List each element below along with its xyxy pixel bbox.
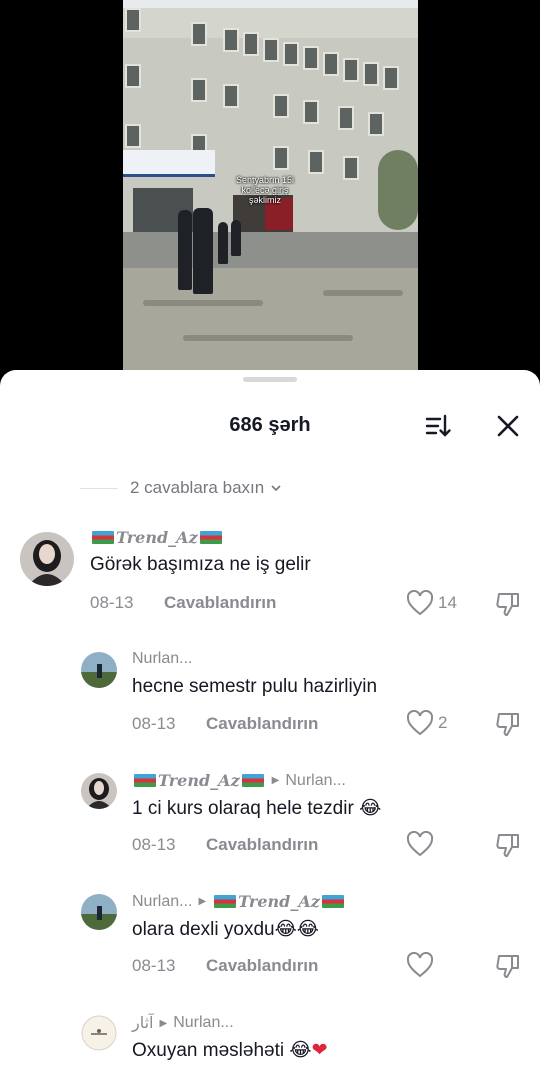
comments-count-title: 686 şərh <box>229 414 311 436</box>
ground <box>123 268 418 370</box>
comment-text: Görək başımıza ne iş gelir <box>90 554 311 575</box>
like-button[interactable]: 2 <box>406 710 447 736</box>
azerbaijan-flag-icon <box>321 895 344 908</box>
comment-username[interactable]: Nurlan... <box>132 650 192 668</box>
azerbaijan-flag-icon <box>241 774 264 787</box>
reply-arrow-icon: ▶ <box>159 1017 168 1029</box>
reply-button[interactable]: Cavablandırın <box>206 835 318 855</box>
azerbaijan-flag-icon <box>199 531 222 544</box>
azerbaijan-flag-icon <box>92 531 114 544</box>
azerbaijan-flag-icon <box>214 895 237 908</box>
comment-username[interactable]: Trend_Az ▶ Nurlan... <box>132 771 346 790</box>
person <box>231 220 241 256</box>
video-player[interactable]: Sentyabrın 15i kollecə giriş şəklimiz <box>0 0 540 370</box>
comment-text: 1 ci kurs olaraq hele tezdir 😂 <box>132 797 382 819</box>
reply-button[interactable]: Cavablandırın <box>206 956 318 976</box>
comments-sheet: 686 şərh 2 cavablara baxın Trend_Az Görə… <box>0 370 540 1084</box>
reply-arrow-icon: ▶ <box>271 775 280 786</box>
comment-date: 08-13 <box>90 593 134 612</box>
comment-date: 08-13 <box>132 714 176 733</box>
like-button[interactable] <box>406 831 434 857</box>
like-count: 2 <box>438 713 448 732</box>
comment-date: 08-13 <box>132 956 176 975</box>
sort-icon[interactable] <box>424 412 452 440</box>
heart-emoji: ❤ <box>311 1039 328 1061</box>
video-caption: Sentyabrın 15i kollecə giriş şəklimiz <box>235 175 295 205</box>
azerbaijan-flag-icon <box>134 774 156 787</box>
comment-username[interactable]: Nurlan... ▶ Trend_Az <box>132 892 346 911</box>
reply-button[interactable]: Cavablandırın <box>206 714 318 734</box>
comment-username[interactable]: Trend_Az <box>90 528 224 547</box>
dislike-icon[interactable] <box>494 710 522 738</box>
dislike-icon[interactable] <box>494 952 522 980</box>
heart-icon <box>406 952 434 978</box>
like-button[interactable]: 14 <box>406 590 457 616</box>
comment-text: olara dexli yoxdu😂😂 <box>132 918 319 940</box>
drag-handle[interactable] <box>243 377 297 382</box>
heart-icon <box>406 590 434 616</box>
heart-icon <box>406 710 434 736</box>
avatar[interactable] <box>20 532 74 586</box>
dislike-icon[interactable] <box>494 590 522 618</box>
dislike-icon[interactable] <box>494 831 522 859</box>
comment-date: 08-13 <box>132 835 176 854</box>
avatar[interactable] <box>81 894 117 930</box>
reply-button[interactable]: Cavablandırın <box>164 593 276 613</box>
video-frame: Sentyabrın 15i kollecə giriş şəklimiz <box>123 0 418 370</box>
comment-username[interactable]: آثار ▶ Nurlan... <box>132 1013 234 1033</box>
person <box>193 208 213 294</box>
comment-text: hecne semestr pulu hazirliyin <box>132 676 378 697</box>
comment-text: Oxuyan məsləhəti 😂❤ <box>132 1039 328 1061</box>
steps <box>123 232 418 268</box>
building-sign <box>123 150 215 177</box>
close-icon[interactable] <box>494 412 522 440</box>
avatar[interactable] <box>81 773 117 809</box>
heart-icon <box>406 831 434 857</box>
person <box>178 210 192 290</box>
like-count: 14 <box>438 593 457 612</box>
avatar[interactable] <box>81 1015 117 1051</box>
reply-arrow-icon: ▶ <box>198 896 207 907</box>
view-replies-link[interactable]: 2 cavablara baxın <box>80 476 282 500</box>
avatar[interactable] <box>81 652 117 688</box>
like-button[interactable] <box>406 952 434 978</box>
person <box>218 222 228 264</box>
chevron-down-icon <box>271 485 281 492</box>
